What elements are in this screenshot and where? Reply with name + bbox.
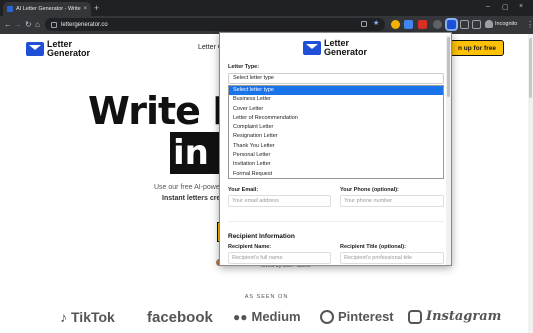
logo-line2: Generator <box>47 48 91 58</box>
page-scrollbar[interactable] <box>528 34 533 333</box>
dropdown-option[interactable]: Letter of Recommendation <box>229 114 443 123</box>
instagram-icon <box>408 309 422 324</box>
extension-2-icon[interactable] <box>404 20 413 29</box>
popup-scrollbar[interactable] <box>446 35 451 265</box>
incognito-label: Incognito <box>495 21 518 27</box>
recipient-section-title: Recipient Information <box>228 233 295 240</box>
pinterest-icon <box>320 309 334 324</box>
tab-strip: AI Letter Generator - Write Pe… × + – ▢ … <box>0 0 533 16</box>
hero-subtitle-line2: Instant letters cre <box>162 195 221 202</box>
letter-type-dropdown: Select letter type Business Letter Cover… <box>228 85 444 179</box>
install-app-icon[interactable] <box>361 21 367 27</box>
address-bar[interactable]: lettergenerator.co <box>45 18 385 31</box>
brand-facebook-label: facebook <box>147 309 213 326</box>
extension-popup: Letter Generator Letter Type: Select let… <box>219 32 452 266</box>
dropdown-option[interactable]: Thank You Letter <box>229 142 443 151</box>
maximize-button[interactable]: ▢ <box>502 3 509 11</box>
brand-medium-label: Medium <box>251 309 301 324</box>
active-tab[interactable]: AI Letter Generator - Write Pe… × <box>3 2 91 16</box>
dropdown-option[interactable]: Invitation Letter <box>229 160 443 169</box>
brand-pinterest: Pinterest <box>320 309 394 324</box>
popup-logo-line2: Generator <box>324 47 368 57</box>
brand-pinterest-label: Pinterest <box>338 309 394 324</box>
signup-button[interactable]: n up for free <box>450 40 504 56</box>
brand-instagram: Instagram <box>408 309 501 324</box>
reload-button[interactable]: ↻ <box>25 19 32 30</box>
envelope-logo-icon <box>303 41 321 55</box>
brand-facebook: facebook <box>147 309 213 326</box>
phone-field[interactable]: Your phone number <box>340 195 444 207</box>
close-window-button[interactable]: × <box>519 3 523 10</box>
envelope-logo-icon <box>26 42 44 56</box>
extension-3-icon[interactable] <box>418 20 427 29</box>
url-text: lettergenerator.co <box>61 21 108 28</box>
recipient-title-label: Recipient Title (optional): <box>340 244 406 250</box>
dropdown-option[interactable]: Formal Request <box>229 170 443 179</box>
dropdown-option[interactable]: Personal Letter <box>229 151 443 160</box>
extension-1-icon[interactable] <box>391 20 400 29</box>
minimize-button[interactable]: – <box>486 3 490 10</box>
extension-4-icon[interactable] <box>433 20 442 29</box>
letter-generator-extension-icon[interactable] <box>447 20 456 29</box>
back-button[interactable]: ← <box>4 19 12 30</box>
popup-logo: Letter Generator <box>303 39 367 57</box>
brand-tiktok: ♪ TikTok <box>60 309 115 325</box>
bookmark-star-icon[interactable]: ★ <box>373 20 379 27</box>
tab-close-icon[interactable]: × <box>83 6 87 12</box>
as-seen-on-heading: AS SEEN ON <box>244 294 289 300</box>
recipient-title-field[interactable]: Recipient's professional title <box>340 252 444 264</box>
recipient-name-field[interactable]: Recipient's full name <box>228 252 331 264</box>
forward-button[interactable]: → <box>14 19 22 30</box>
home-button[interactable]: ⌂ <box>35 19 40 30</box>
hero-subtitle-line1: Use our free AI-powe <box>154 184 220 191</box>
popup-scrollbar-thumb[interactable] <box>447 37 450 97</box>
extensions-puzzle-icon[interactable] <box>460 20 469 29</box>
dropdown-option[interactable]: Select letter type <box>229 86 443 96</box>
tiktok-icon: ♪ <box>60 309 67 325</box>
incognito-icon <box>485 20 493 28</box>
brand-tiktok-label: TikTok <box>71 309 115 325</box>
site-logo[interactable]: Letter Generator <box>26 40 90 58</box>
dropdown-option[interactable]: Resignation Letter <box>229 132 443 141</box>
new-tab-button[interactable]: + <box>94 3 99 13</box>
recipient-name-label: Recipient Name: <box>228 244 272 250</box>
page-scrollbar-thumb[interactable] <box>529 38 532 98</box>
browser-menu-icon[interactable]: ⋮ <box>526 19 533 30</box>
hero-headline-line2-box: in S <box>170 132 245 174</box>
section-divider <box>228 221 444 222</box>
dropdown-option[interactable]: Complaint Letter <box>229 123 443 132</box>
favicon-icon <box>7 6 13 12</box>
dropdown-option[interactable]: Business Letter <box>229 95 443 104</box>
medium-icon: ●● <box>233 309 248 324</box>
site-info-icon[interactable] <box>51 21 57 28</box>
letter-type-select[interactable]: Select letter type <box>228 73 444 84</box>
side-panel-icon[interactable] <box>472 20 481 29</box>
dropdown-option[interactable]: Cover Letter <box>229 105 443 114</box>
brand-instagram-label: Instagram <box>426 309 502 324</box>
email-field[interactable]: Your email address <box>228 195 331 207</box>
tab-title: AI Letter Generator - Write Pe… <box>16 6 81 12</box>
letter-type-label: Letter Type: <box>228 64 260 70</box>
brand-medium: ●● Medium <box>233 309 301 324</box>
email-label: Your Email: <box>228 187 259 193</box>
phone-label: Your Phone (optional): <box>340 187 399 193</box>
